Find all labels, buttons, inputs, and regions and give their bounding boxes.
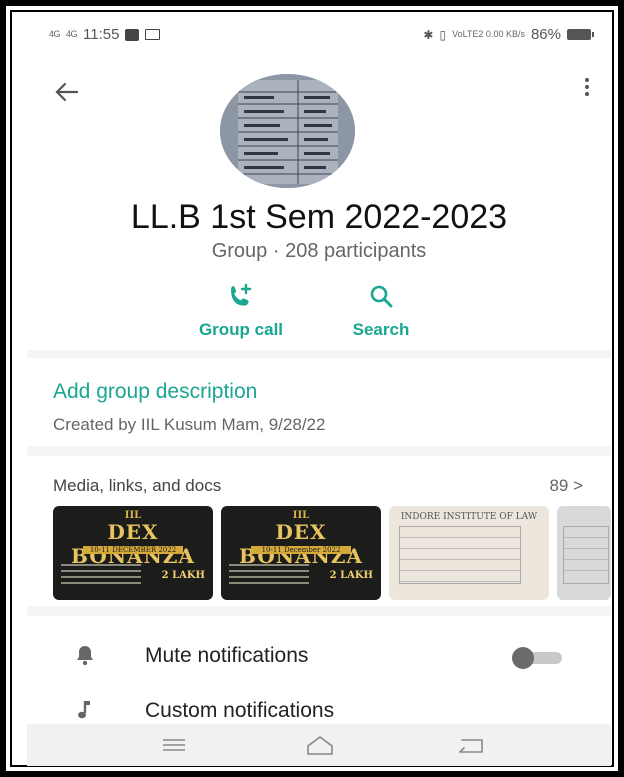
music-note-icon [75,699,95,721]
search-label: Search [352,320,410,339]
home-icon[interactable] [303,732,337,758]
status-time: 11:55 [83,26,120,43]
media-title[interactable]: Media, links, and docs [53,476,221,496]
poster-text-rows [61,564,141,588]
media-count[interactable]: 89 > [549,476,583,496]
group-avatar[interactable] [220,74,355,188]
battery-icon [567,29,594,40]
back-arrow-icon[interactable] [53,78,81,106]
media-thumbnail[interactable]: INDORE INSTITUTE OF LAW [389,506,549,600]
bluetooth-icon: ✱ [423,27,434,42]
poster-title: DEX BONANZA [239,520,363,568]
description-card: Add group description Created by IIL Kus… [27,358,611,446]
vibrate-icon: ▯ [439,27,447,42]
group-header: LL.B 1st Sem 2022-2023 Group · 208 parti… [27,50,611,350]
poster-date: 10-11 December 2022 [251,546,351,554]
menu-icon[interactable] [157,732,191,758]
battery-percent: 86% [530,26,561,43]
media-thumbnail[interactable]: IIL DEX BONANZA 10-11 DECEMBER 2022 2 LA… [53,506,213,600]
document-heading: INDORE INSTITUTE OF LAW [400,512,538,522]
system-nav-bar [27,724,611,766]
group-participants: Group · 208 participants [211,240,427,262]
poster-date: 10-11 DECEMBER 2022 [83,546,183,554]
search-button[interactable]: Search [338,282,424,340]
signal-2-icon: 4G [66,29,78,39]
status-right: ✱ ▯ VoLTE2 0.00 KB/s 86% [423,26,594,43]
back-icon[interactable] [454,732,488,758]
media-thumbnail[interactable]: IIL DEX BONANZA 10-11 December 2022 2 LA… [221,506,381,600]
poster-text-rows [229,564,309,588]
media-thumbnail[interactable] [557,506,611,600]
poster-amount: 2 LAKH [329,570,373,581]
phone-screen: 4G 4G 11:55 ✱ ▯ VoLTE2 0.00 KB/s 86% LL.… [27,18,611,766]
group-call-label: Group call [198,320,284,339]
mute-toggle[interactable] [512,647,564,669]
document-table [563,526,609,584]
group-name[interactable]: LL.B 1st Sem 2022-2023 [27,198,611,237]
poster-amount: 2 LAKH [161,570,205,581]
more-options-icon[interactable] [581,78,593,102]
app-notification-icon [125,28,140,41]
mute-notifications-label: Mute notifications [145,644,309,667]
add-call-icon [227,282,255,310]
status-left: 4G 4G 11:55 [49,26,161,43]
search-icon [367,282,395,310]
signal-1-icon: 4G [49,29,61,39]
created-by-text: Created by IIL Kusum Mam, 9/28/22 [53,415,326,434]
document-table [399,526,521,584]
network-speed: VoLTE2 0.00 KB/s [452,29,525,39]
mute-notifications-row[interactable]: Mute notifications [27,636,611,676]
toggle-knob [512,647,534,669]
group-call-button[interactable]: Group call [193,282,289,340]
bell-icon [75,644,95,666]
mail-notification-icon [145,29,161,40]
poster-title: DEX BONANZA [71,520,195,568]
media-card: Media, links, and docs 89 > IIL DEX BONA… [27,456,611,606]
status-bar: 4G 4G 11:55 ✱ ▯ VoLTE2 0.00 KB/s 86% [27,18,611,50]
custom-notifications-label: Custom notifications [145,699,335,722]
add-description-link[interactable]: Add group description [53,380,257,404]
